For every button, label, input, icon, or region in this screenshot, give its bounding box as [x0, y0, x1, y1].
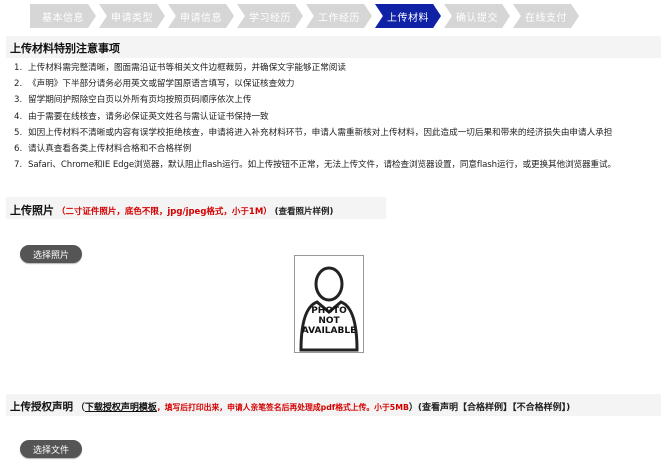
- auth-instruction: ，填写后打印出来，申请人亲笔签名后再处理成pdf格式上传。小于5MB: [156, 403, 409, 412]
- list-item: 2. 《声明》下半部分请务必用英文或留学国原语言填写，以保证核查效力: [14, 79, 295, 90]
- step-upload-materials: 上传材料: [375, 4, 441, 28]
- notice-list: 1. 上传材料需完整清晰，图面需沿证书等相关文件边框裁剪，并确保文字能够正常阅读 …: [6, 60, 661, 173]
- list-item: 3. 留学期间护照除空白页以外所有页均按照页码顺序依次上传: [14, 95, 252, 106]
- auth-section-header: 上传授权声明 （下载授权声明模板，填写后打印出来，申请人亲笔签名后再处理成pdf…: [6, 394, 661, 416]
- photo-section-header: 上传照片 （二寸证件照片，底色不限，jpg/jpeg格式，小于1M） (查看照片…: [6, 197, 386, 219]
- notice-header: 上传材料特别注意事项: [6, 36, 661, 58]
- step-application-type: 申请类型: [99, 4, 165, 28]
- download-template-link[interactable]: 下载授权声明模板: [85, 403, 157, 413]
- photo-placeholder-line: PHOTO: [311, 306, 347, 316]
- progress-steps: 基本信息 申请类型 申请信息 学习经历 工作经历 上传材料 确认提交 在线支付: [20, 0, 661, 32]
- person-silhouette-icon: [295, 256, 363, 352]
- view-photo-sample-link[interactable]: (查看照片样例): [275, 207, 334, 217]
- photo-placeholder-line: NOT: [318, 316, 340, 326]
- list-item: 7. Safari、Chrome和IE Edge浏览器，默认阻止flash运行。如…: [14, 160, 616, 171]
- step-confirm-submit: 确认提交: [444, 4, 510, 28]
- list-item: 4. 由于需要在线核查，请务必保证英文姓名与需认证证书保持一致: [14, 111, 269, 122]
- photo-placeholder-line: AVAILABLE: [301, 326, 357, 336]
- photo-requirement: （二寸证件照片，底色不限，jpg/jpeg格式，小于1M）: [56, 207, 272, 217]
- photo-section-title: 上传照片: [10, 204, 54, 217]
- step-work-experience: 工作经历: [306, 4, 372, 28]
- step-education: 学习经历: [237, 4, 303, 28]
- unqualified-sample-link[interactable]: 【不合格样例】: [512, 403, 566, 413]
- step-basic-info: 基本信息: [30, 4, 96, 28]
- photo-placeholder: PHOTO NOT AVAILABLE: [294, 255, 364, 353]
- notice-title: 上传材料特别注意事项: [10, 42, 120, 55]
- select-file-button[interactable]: 选择文件: [20, 440, 82, 458]
- step-application-info: 申请信息: [168, 4, 234, 28]
- list-item: 6. 请认真查看各类上传材料合格和不合格样例: [14, 144, 192, 155]
- list-item: 1. 上传材料需完整清晰，图面需沿证书等相关文件边框裁剪，并确保文字能够正常阅读: [14, 63, 346, 73]
- list-item: 5. 如因上传材料不清晰或内容有误学校拒绝核查，申请将进入补充材料环节，申请人需重…: [14, 127, 613, 138]
- step-online-payment: 在线支付: [513, 4, 579, 28]
- auth-section-title: 上传授权声明: [10, 401, 73, 413]
- select-photo-button[interactable]: 选择照片: [20, 245, 82, 263]
- qualified-sample-link[interactable]: 【合格样例】: [458, 403, 512, 413]
